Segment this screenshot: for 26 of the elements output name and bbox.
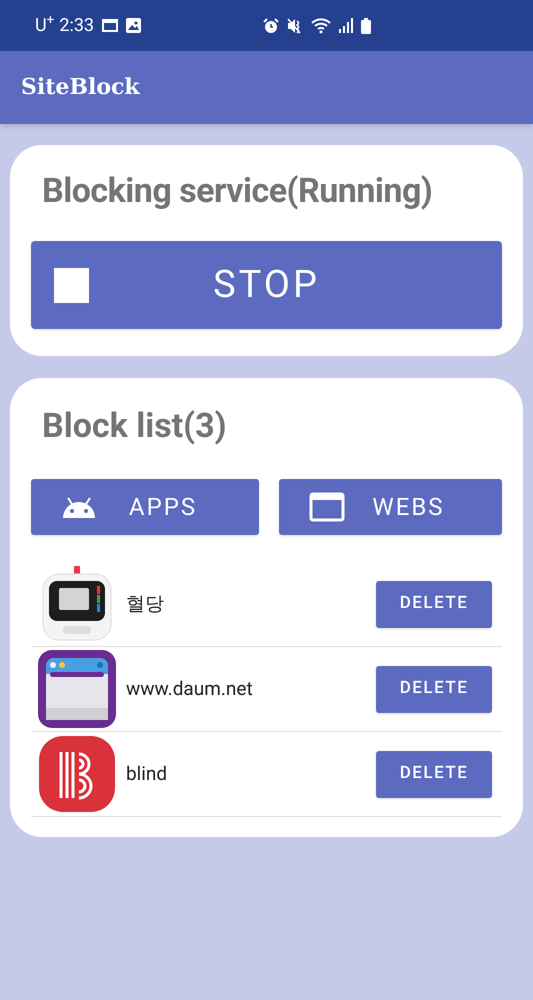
battery-icon: [361, 18, 372, 34]
app-title: SiteBlock: [21, 73, 140, 102]
window-icon: [309, 492, 345, 522]
stop-icon: [54, 268, 89, 302]
striped-letter-icon: [39, 736, 115, 812]
android-icon: [61, 496, 97, 518]
alarm-icon: [263, 18, 280, 34]
item-name: 혈당: [126, 590, 165, 617]
window-icon: [102, 19, 118, 32]
clock: 2:33: [59, 14, 94, 38]
delete-button[interactable]: DELETE: [376, 580, 492, 628]
service-title: Blocking service(Running): [41, 171, 434, 211]
mute-vibrate-icon: [287, 18, 304, 34]
delete-button[interactable]: DELETE: [376, 666, 492, 712]
image-icon: [126, 18, 142, 33]
stop-button[interactable]: STOP: [31, 241, 502, 329]
carrier-label: U$^{+}$: [35, 12, 54, 38]
item-name: blind: [126, 760, 168, 787]
wifi-icon: [311, 18, 332, 34]
signal-icon: [339, 18, 354, 33]
browser-window-icon: [38, 650, 116, 728]
delete-button[interactable]: DELETE: [376, 750, 492, 798]
block-list-title: Block list(3): [41, 406, 228, 446]
item-name: www.daum.net: [126, 676, 254, 702]
webs-button[interactable]: WEBS: [279, 479, 502, 535]
apps-button[interactable]: APPS: [31, 479, 259, 535]
